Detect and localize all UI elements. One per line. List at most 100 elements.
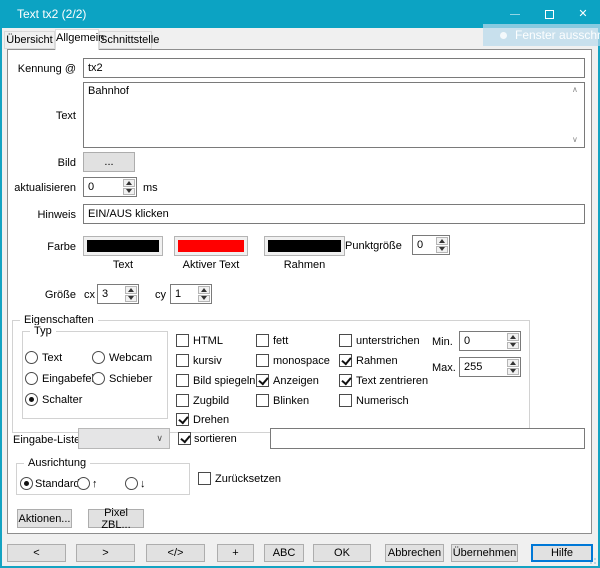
radio-standard[interactable] [20, 477, 33, 490]
cy-label: cy [155, 289, 166, 302]
cx-value: 3 [98, 285, 124, 303]
pixel-zbl-button[interactable]: Pixel ZBL... [88, 509, 144, 528]
checkbox-unterstrichen[interactable] [339, 334, 352, 347]
hinweis-input[interactable] [83, 204, 585, 224]
spin-down-icon[interactable] [436, 246, 448, 254]
checkbox-kursiv[interactable] [176, 354, 189, 367]
uebernehmen-button[interactable]: Übernehmen [451, 544, 518, 562]
checkbox-zuruecksetzen[interactable] [198, 472, 211, 485]
spin-up-icon[interactable] [198, 286, 210, 294]
spin-up-icon[interactable] [125, 286, 137, 294]
spin-up-icon[interactable] [436, 237, 448, 245]
radio-schalter-label: Schalter [42, 394, 82, 407]
checkbox-html[interactable] [176, 334, 189, 347]
radio-standard-label: Standard [35, 478, 80, 491]
abc-button[interactable]: ABC [264, 544, 304, 562]
max-value: 255 [460, 358, 506, 376]
checkbox-text-zentrieren-label: Text zentrieren [356, 375, 428, 388]
dialog-window: Text tx2 (2/2) ✕ Fenster ausschn Übersic… [0, 0, 600, 568]
min-spinner[interactable]: 0 [459, 331, 521, 351]
checkbox-fett-label: fett [273, 335, 288, 348]
radio-schieber-label: Schieber [109, 373, 152, 386]
scroll-up-icon[interactable]: ∧ [572, 86, 578, 94]
spin-down-icon[interactable] [198, 295, 210, 303]
checkbox-unterstrichen-label: unterstrichen [356, 335, 420, 348]
spin-down-icon[interactable] [125, 295, 137, 303]
eingabe-liste-combo[interactable]: ∨ [78, 428, 170, 449]
checkbox-zugbild-label: Zugbild [193, 395, 229, 408]
spin-up-icon[interactable] [507, 333, 519, 341]
checkbox-anzeigen[interactable] [256, 374, 269, 387]
radio-webcam[interactable] [92, 351, 105, 364]
ausrichtung-group-label: Ausrichtung [24, 457, 90, 469]
radio-schalter[interactable] [25, 393, 38, 406]
spinner-buttons [506, 358, 520, 376]
radio-eingabefeld[interactable] [25, 372, 38, 385]
farbe-text-swatch-button[interactable] [83, 236, 163, 256]
spin-up-icon[interactable] [507, 359, 519, 367]
checkbox-sortieren[interactable] [178, 432, 191, 445]
aktionen-button[interactable]: Aktionen... [17, 509, 72, 528]
code-button[interactable]: </> [146, 544, 205, 562]
tab-uebersicht[interactable]: Übersicht [4, 31, 55, 49]
spinner-buttons [197, 285, 211, 303]
hilfe-button[interactable]: Hilfe [531, 544, 593, 562]
aktualisieren-value: 0 [84, 178, 122, 196]
radio-down[interactable] [125, 477, 138, 490]
radio-up[interactable] [77, 477, 90, 490]
ok-button[interactable]: OK [313, 544, 371, 562]
checkbox-blinken[interactable] [256, 394, 269, 407]
tab-schnittstelle[interactable]: Schnittstelle [99, 31, 152, 49]
swatch-text-label: Text [83, 259, 163, 272]
swatch-aktiver-text-label: Aktiver Text [174, 259, 248, 272]
aktualisieren-unit: ms [143, 182, 158, 195]
max-label: Max. [432, 362, 456, 375]
radio-text[interactable] [25, 351, 38, 364]
text-label: Text [0, 110, 76, 123]
aktualisieren-spinner[interactable]: 0 [83, 177, 137, 197]
prev-button[interactable]: < [7, 544, 66, 562]
abbrechen-button[interactable]: Abbrechen [385, 544, 444, 562]
spinner-buttons [506, 332, 520, 350]
eingabe-liste-input[interactable] [270, 428, 585, 449]
next-button[interactable]: > [76, 544, 135, 562]
spinner-buttons [122, 178, 136, 196]
checkbox-drehen[interactable] [176, 413, 189, 426]
checkbox-rahmen[interactable] [339, 354, 352, 367]
checkbox-monospace[interactable] [256, 354, 269, 367]
punktgroesse-spinner[interactable]: 0 [412, 235, 450, 255]
checkbox-bild-spiegeln-label: Bild spiegeln [193, 375, 255, 388]
add-button[interactable]: + [217, 544, 254, 562]
checkbox-numerisch-label: Numerisch [356, 395, 409, 408]
min-label: Min. [432, 336, 453, 349]
checkbox-kursiv-label: kursiv [193, 355, 222, 368]
checkbox-anzeigen-label: Anzeigen [273, 375, 319, 388]
resize-grip[interactable] [594, 562, 596, 564]
radio-schieber[interactable] [92, 372, 105, 385]
tab-allgemein[interactable]: Allgemein [55, 29, 99, 50]
spin-down-icon[interactable] [507, 342, 519, 350]
aktualisieren-label: aktualisieren [0, 182, 76, 195]
farbe-rahmen-swatch-button[interactable] [264, 236, 345, 256]
checkbox-blinken-label: Blinken [273, 395, 309, 408]
checkbox-numerisch[interactable] [339, 394, 352, 407]
radio-text-label: Text [42, 352, 62, 365]
checkbox-bild-spiegeln[interactable] [176, 374, 189, 387]
text-textarea[interactable]: Bahnhof [83, 82, 585, 148]
spin-up-icon[interactable] [123, 179, 135, 187]
checkbox-text-zentrieren[interactable] [339, 374, 352, 387]
checkbox-zugbild[interactable] [176, 394, 189, 407]
scroll-down-icon[interactable]: ∨ [572, 136, 578, 144]
checkbox-fett[interactable] [256, 334, 269, 347]
checkbox-html-label: HTML [193, 335, 223, 348]
close-icon: ✕ [578, 9, 587, 20]
bild-browse-button[interactable]: ... [83, 152, 135, 172]
spin-down-icon[interactable] [507, 368, 519, 376]
farbe-aktiver-text-swatch-button[interactable] [174, 236, 248, 256]
checkbox-zuruecksetzen-label: Zurücksetzen [215, 473, 281, 486]
cx-spinner[interactable]: 3 [97, 284, 139, 304]
kennung-input[interactable] [83, 58, 585, 78]
cy-spinner[interactable]: 1 [170, 284, 212, 304]
spin-down-icon[interactable] [123, 188, 135, 196]
max-spinner[interactable]: 255 [459, 357, 521, 377]
